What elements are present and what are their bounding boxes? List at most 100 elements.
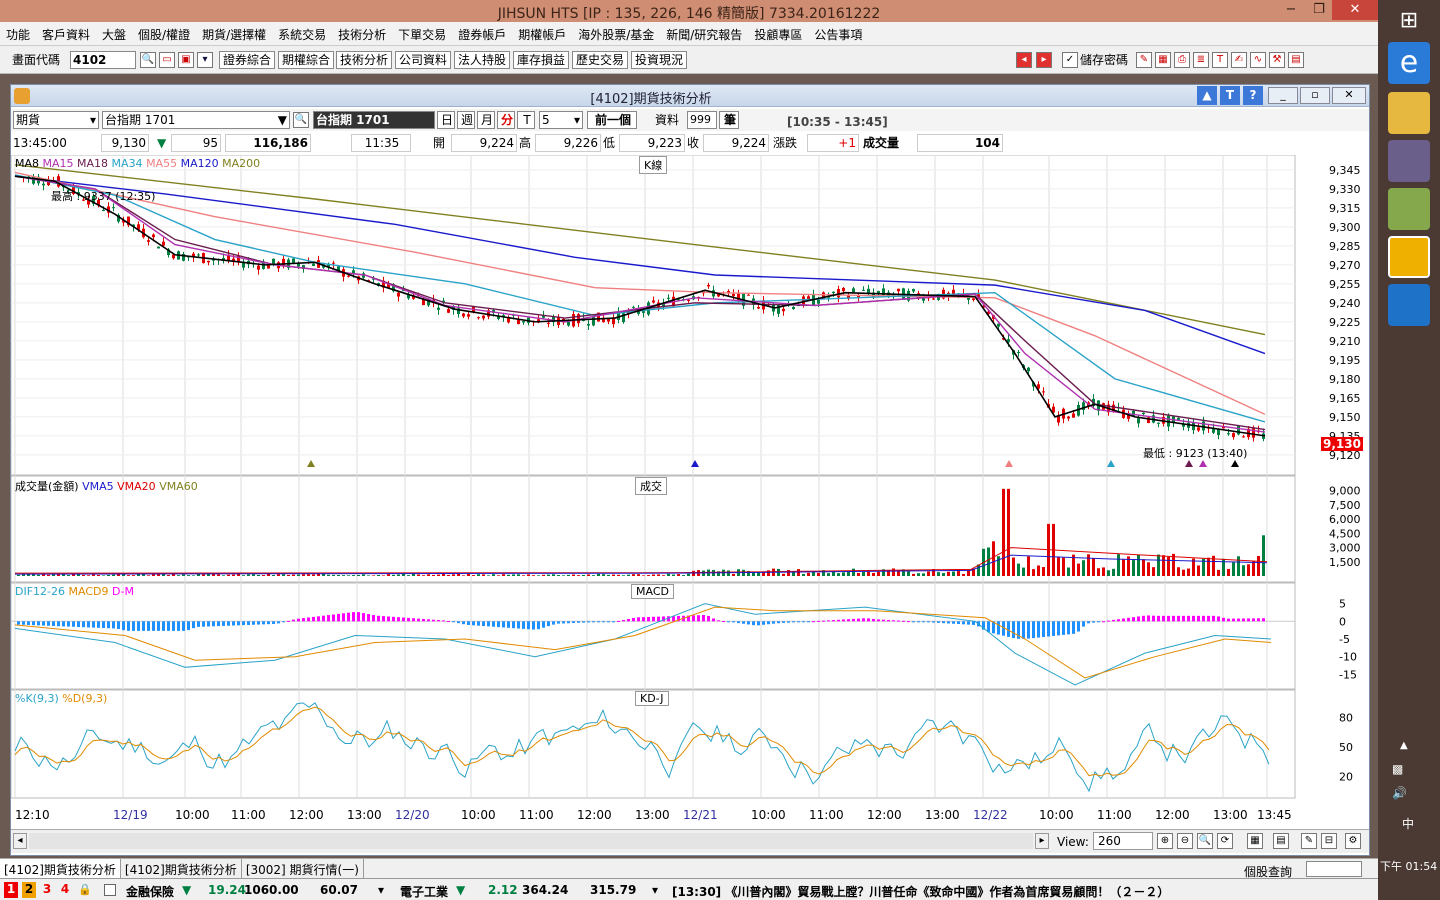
menu-item[interactable]: 大盤 — [96, 22, 132, 43]
tab-item[interactable]: [3002] 期貨行情(一) — [242, 859, 364, 880]
refresh-icon[interactable]: ⟳ — [1217, 833, 1233, 849]
jihsun-app-icon[interactable] — [1388, 236, 1430, 278]
contract-select[interactable]: 台指期 1701 ▼ — [102, 111, 290, 129]
arrow-left-icon[interactable]: ◂ — [1016, 52, 1032, 68]
interval-select[interactable]: 5 ▾ — [539, 111, 583, 129]
tools-icon[interactable]: ⚒ — [1269, 52, 1285, 68]
menu-item[interactable]: 證券帳戶 — [452, 22, 512, 43]
windows-start-icon[interactable]: ⊞ — [1396, 8, 1422, 34]
page-4[interactable]: 4 — [58, 882, 72, 898]
list-icon[interactable]: ≣ — [1193, 52, 1209, 68]
toolbar-button[interactable]: 技術分析 — [336, 51, 393, 69]
period-month[interactable]: 月 — [477, 111, 495, 129]
chevron-down-icon[interactable]: ▾ — [378, 883, 384, 897]
ie-icon[interactable]: e — [1388, 42, 1430, 84]
period-day[interactable]: 日 — [437, 111, 455, 129]
edit-icon[interactable]: ✍ — [1231, 52, 1247, 68]
print-icon[interactable]: ⎙ — [1174, 52, 1190, 68]
tab-item[interactable]: [4102]期貨技術分析 — [121, 859, 242, 880]
product-select[interactable]: 期貨 ▾ — [13, 111, 99, 129]
draw-tool-icon[interactable]: ⊟ — [1321, 833, 1337, 849]
save-password-checkbox[interactable]: ✓ — [1062, 52, 1078, 68]
pen-icon[interactable]: ✎ — [1136, 52, 1152, 68]
toolbar-button[interactable]: 證券綜合 — [219, 51, 276, 69]
lock-icon[interactable]: 🔒 — [78, 883, 92, 896]
chart-icon[interactable]: ∿ — [1250, 52, 1266, 68]
zoom-out-icon[interactable]: ⊖ — [1177, 833, 1193, 849]
status-checkbox[interactable] — [104, 884, 116, 896]
prev-button[interactable]: 前一個 — [587, 111, 637, 129]
volume-icon[interactable]: 🔊 — [1392, 786, 1407, 800]
period-tick[interactable]: T — [517, 111, 535, 129]
help-icon[interactable]: ? — [1243, 86, 1263, 105]
count-unit-button[interactable]: 筆 — [719, 111, 739, 129]
minimize-button[interactable]: − — [1276, 0, 1306, 20]
menu-item[interactable]: 系統交易 — [272, 22, 332, 43]
toolbar-button[interactable]: 投資現況 — [631, 51, 688, 69]
ime-indicator[interactable]: 中 — [1402, 815, 1414, 832]
menu-item[interactable]: 個股/權證 — [132, 22, 196, 43]
photo-icon[interactable]: ▣ — [178, 52, 194, 68]
layout-icon[interactable]: ▤ — [1273, 833, 1289, 849]
data-count-input[interactable]: 999 — [687, 111, 717, 129]
toolbar-button[interactable]: 庫存損益 — [513, 51, 570, 69]
chart-area[interactable]: 12:10 12/19 10:00 11:00 12:00 13:00 12/20 10:00… — [11, 155, 1369, 831]
toolbar-button[interactable]: 歷史交易 — [572, 51, 629, 69]
settings-icon[interactable]: ⚙ — [1345, 833, 1361, 849]
tab-item[interactable]: [4102]期貨技術分析 — [0, 859, 121, 880]
dropdown-icon[interactable]: ▾ — [197, 52, 213, 68]
page-3[interactable]: 3 — [40, 882, 54, 898]
menu-item[interactable]: 技術分析 — [332, 22, 392, 43]
menu-item[interactable]: 投顧專區 — [748, 22, 808, 43]
child-close-button[interactable]: ✕ — [1332, 87, 1366, 104]
text-tool-icon[interactable]: T — [1220, 86, 1240, 105]
menu-item[interactable]: 客戶資料 — [36, 22, 96, 43]
menu-item[interactable]: 新聞/研究報告 — [660, 22, 748, 43]
scroll-left-icon[interactable]: ◂ — [13, 833, 27, 849]
code-input[interactable]: 4102 — [70, 51, 136, 69]
explorer-icon[interactable] — [1388, 92, 1430, 134]
toolbar-button[interactable]: 期權綜合 — [278, 51, 335, 69]
search-icon[interactable]: 🔍 — [293, 112, 309, 128]
scrollbar-track[interactable] — [29, 833, 1033, 849]
table-icon[interactable]: ▦ — [1247, 833, 1263, 849]
network-icon[interactable]: ▩ — [1392, 762, 1403, 776]
child-restore-button[interactable]: ▫ — [1300, 87, 1330, 104]
scroll-right-icon[interactable]: ▸ — [1035, 833, 1049, 849]
technical-chart[interactable]: 12:10 12/19 10:00 11:00 12:00 13:00 12/20 10:00… — [11, 155, 1369, 829]
paint-icon[interactable] — [1388, 140, 1430, 182]
arrow-right-icon[interactable]: ▸ — [1036, 52, 1052, 68]
notes-icon[interactable] — [1388, 188, 1430, 230]
toolbar-button[interactable]: 法人持股 — [454, 51, 511, 69]
grid-icon[interactable]: ▦ — [1155, 52, 1171, 68]
toolbar-button[interactable]: 公司資料 — [395, 51, 452, 69]
news-ticker[interactable]: [13:30] 《川普內閣》貿易戰上膛？川普任命《致命中國》作者為首席貿易顧問！… — [672, 883, 1169, 900]
menu-item[interactable]: 公告事項 — [808, 22, 868, 43]
page-1[interactable]: 1 — [4, 882, 18, 898]
period-minute[interactable]: 分 — [497, 111, 515, 129]
period-week[interactable]: 週 — [457, 111, 475, 129]
menu-item[interactable]: 功能 — [0, 22, 36, 43]
menu-item[interactable]: 海外股票/基金 — [572, 22, 660, 43]
close-button[interactable]: ✕ — [1332, 0, 1378, 20]
arrow-up-icon[interactable]: ▲ — [1197, 86, 1217, 105]
view-input[interactable]: 260 — [1093, 832, 1153, 850]
search-icon[interactable]: 🔍 — [140, 52, 156, 68]
clock[interactable]: 下午 01:54 — [1380, 858, 1437, 874]
chevron-down-icon[interactable]: ▾ — [652, 883, 658, 897]
onedrive-icon[interactable] — [1388, 284, 1430, 326]
search-icon[interactable]: 🔍 — [1197, 833, 1213, 849]
tray-expand-icon[interactable]: ▲ — [1400, 740, 1408, 751]
child-minimize-button[interactable]: _ — [1268, 87, 1298, 104]
menu-item[interactable]: 期權帳戶 — [512, 22, 572, 43]
stock-query-input[interactable] — [1306, 861, 1362, 877]
doc-icon[interactable]: ▤ — [1288, 52, 1304, 68]
text-icon[interactable]: T — [1212, 52, 1228, 68]
window-icon[interactable]: ▭ — [159, 52, 175, 68]
restore-button[interactable]: ❐ — [1306, 0, 1332, 20]
draw-icon[interactable]: ✎ — [1301, 833, 1317, 849]
menu-item[interactable]: 期貨/選擇權 — [196, 22, 272, 43]
page-2[interactable]: 2 — [22, 882, 36, 898]
menu-item[interactable]: 下單交易 — [392, 22, 452, 43]
zoom-in-icon[interactable]: ⊕ — [1157, 833, 1173, 849]
